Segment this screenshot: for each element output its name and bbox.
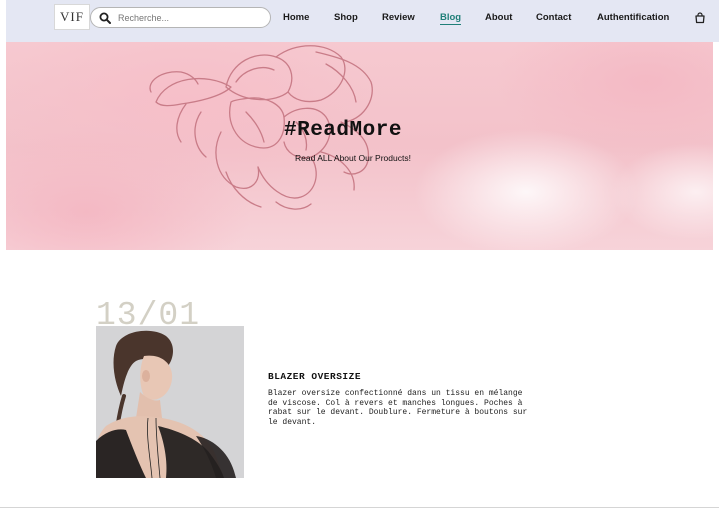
nav-about[interactable]: About (485, 12, 512, 23)
nav-review[interactable]: Review (382, 12, 415, 23)
top-navbar: VIF Home Shop Review Blog About Contact … (6, 0, 719, 42)
hero-banner: #ReadMore Read ALL About Our Products! (6, 42, 713, 250)
nav-links: Home Shop Review Blog About Contact Auth… (6, 0, 719, 34)
post-title[interactable]: BLAZER OVERSIZE (268, 371, 361, 382)
nav-shop[interactable]: Shop (334, 12, 358, 23)
nav-blog[interactable]: Blog (440, 12, 462, 25)
hero-title: #ReadMore (284, 119, 402, 142)
hero-subtitle: Read ALL About Our Products! (295, 153, 411, 163)
post-image[interactable] (96, 326, 244, 478)
nav-contact[interactable]: Contact (536, 12, 571, 23)
shopping-bag-icon[interactable] (694, 11, 706, 24)
nav-authentification[interactable]: Authentification (597, 12, 669, 23)
nav-home[interactable]: Home (283, 12, 309, 23)
divider (0, 507, 719, 508)
post-excerpt: Blazer oversize confectionné dans un tis… (268, 389, 528, 427)
